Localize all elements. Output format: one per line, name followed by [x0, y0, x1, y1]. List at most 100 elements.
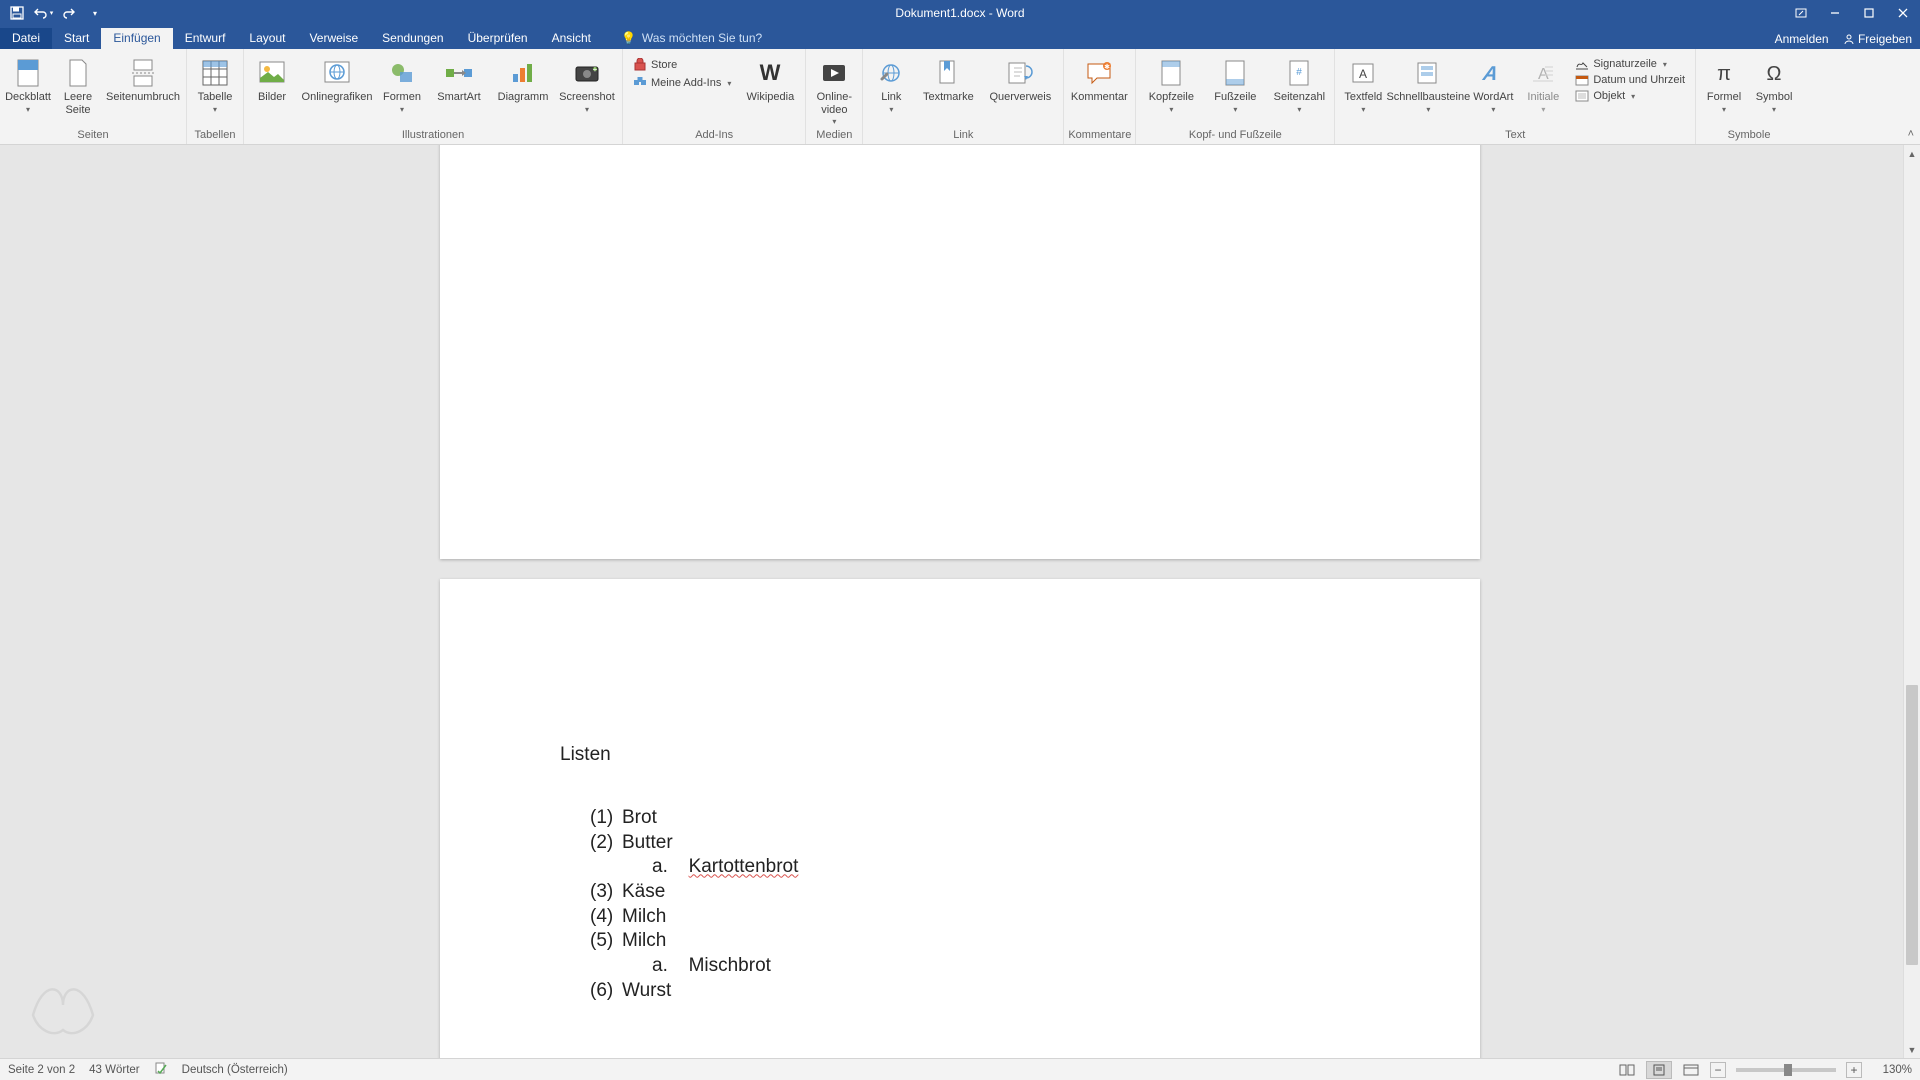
- signin-link[interactable]: Anmelden: [1775, 32, 1829, 46]
- view-read-mode[interactable]: [1614, 1061, 1640, 1079]
- tell-me-search[interactable]: 💡 Was möchten Sie tun?: [621, 31, 762, 49]
- tab-view[interactable]: Ansicht: [540, 28, 603, 49]
- heading-listen[interactable]: Listen: [560, 744, 1360, 766]
- page-1[interactable]: [440, 145, 1480, 559]
- numbered-list[interactable]: (1)Brot (2)Butter a. Kartottenbrot (3)Kä…: [560, 806, 1360, 1004]
- lightbulb-icon: 💡: [621, 31, 636, 45]
- scroll-up-icon[interactable]: ▲: [1904, 145, 1920, 162]
- collapse-ribbon-icon[interactable]: ˄: [1908, 128, 1914, 140]
- shapes-button[interactable]: Formen▾: [378, 55, 426, 114]
- scroll-thumb[interactable]: [1906, 685, 1918, 965]
- tab-file[interactable]: Datei: [0, 28, 52, 49]
- zoom-slider[interactable]: [1736, 1068, 1836, 1072]
- signature-line-button[interactable]: Signaturzeile▾: [1571, 57, 1689, 71]
- zoom-out-button[interactable]: −: [1710, 1062, 1726, 1078]
- equation-icon: π: [1708, 57, 1740, 89]
- header-button[interactable]: Kopfzeile▾: [1140, 55, 1202, 114]
- link-button[interactable]: Link▾: [867, 55, 915, 114]
- redo-button[interactable]: [58, 2, 80, 24]
- group-text: A Textfeld▾ Schnellbausteine▾ A WordArt▾…: [1335, 49, 1696, 144]
- quick-access-toolbar: ▾ ▾: [0, 2, 106, 24]
- symbol-button[interactable]: Ω Symbol▾: [1750, 55, 1798, 114]
- wordart-icon: A: [1477, 57, 1509, 89]
- view-web-layout[interactable]: [1678, 1061, 1704, 1079]
- document-viewport[interactable]: Listen (1)Brot (2)Butter a. Kartottenbro…: [0, 145, 1920, 1058]
- view-print-layout[interactable]: [1646, 1061, 1672, 1079]
- sub-list[interactable]: a. Kartottenbrot: [590, 855, 1360, 880]
- group-addins: Store Meine Add-Ins▾ W Wikipedia Add-Ins: [623, 49, 806, 144]
- footer-button[interactable]: Fußzeile▾: [1204, 55, 1266, 114]
- close-button[interactable]: [1886, 0, 1920, 26]
- list-item: (3)Käse: [590, 880, 1360, 905]
- pictures-button[interactable]: Bilder: [248, 55, 296, 104]
- page-break-button[interactable]: Seitenumbruch: [104, 55, 182, 104]
- page-2[interactable]: Listen (1)Brot (2)Butter a. Kartottenbro…: [440, 579, 1480, 1058]
- smartart-icon: [443, 57, 475, 89]
- equation-button[interactable]: π Formel▾: [1700, 55, 1748, 114]
- page-number-button[interactable]: # Seitenzahl▾: [1268, 55, 1330, 114]
- drop-cap-button[interactable]: A Initiale▾: [1519, 55, 1567, 114]
- ribbon-display-options-icon[interactable]: [1784, 0, 1818, 26]
- cross-reference-button[interactable]: Querverweis: [981, 55, 1059, 104]
- zoom-in-button[interactable]: +: [1846, 1062, 1862, 1078]
- link-icon: [875, 57, 907, 89]
- status-word-count[interactable]: 43 Wörter: [89, 1064, 140, 1076]
- online-video-icon: [818, 57, 850, 89]
- save-icon[interactable]: [6, 2, 28, 24]
- table-icon: [199, 57, 231, 89]
- smartart-button[interactable]: SmartArt: [428, 55, 490, 104]
- maximize-button[interactable]: [1852, 0, 1886, 26]
- vertical-scrollbar[interactable]: ▲ ▼: [1903, 145, 1920, 1058]
- qat-customize-icon[interactable]: ▾: [84, 2, 106, 24]
- minimize-button[interactable]: [1818, 0, 1852, 26]
- group-links: Link▾ Textmarke Querverweis Link: [863, 49, 1064, 144]
- zoom-slider-thumb[interactable]: [1784, 1064, 1792, 1076]
- chart-icon: [507, 57, 539, 89]
- chart-button[interactable]: Diagramm: [492, 55, 554, 104]
- tab-layout[interactable]: Layout: [237, 28, 297, 49]
- table-button[interactable]: Tabelle▾: [191, 55, 239, 114]
- tab-home[interactable]: Start: [52, 28, 101, 49]
- tab-mailings[interactable]: Sendungen: [370, 28, 455, 49]
- comment-button[interactable]: ✱ Kommentar: [1068, 55, 1130, 104]
- textbox-icon: A: [1347, 57, 1379, 89]
- status-page[interactable]: Seite 2 von 2: [8, 1064, 75, 1076]
- list-item: (2)Butter a. Kartottenbrot: [590, 831, 1360, 880]
- date-time-button[interactable]: Datum und Uhrzeit: [1571, 73, 1689, 87]
- tab-design[interactable]: Entwurf: [173, 28, 238, 49]
- group-label-text: Text: [1339, 128, 1691, 144]
- blank-page-button[interactable]: Leere Seite: [54, 55, 102, 116]
- object-button[interactable]: Objekt▾: [1571, 89, 1689, 103]
- store-button[interactable]: Store: [629, 57, 735, 73]
- document-content[interactable]: Listen (1)Brot (2)Butter a. Kartottenbro…: [440, 579, 1480, 1004]
- status-proofing-icon[interactable]: [154, 1061, 168, 1078]
- pictures-icon: [256, 57, 288, 89]
- screenshot-button[interactable]: + Screenshot▾: [556, 55, 618, 114]
- ribbon-tabs: Datei Start Einfügen Entwurf Layout Verw…: [0, 26, 1920, 49]
- tab-review[interactable]: Überprüfen: [456, 28, 540, 49]
- status-language[interactable]: Deutsch (Österreich): [182, 1064, 288, 1076]
- group-label-header-footer: Kopf- und Fußzeile: [1140, 128, 1330, 144]
- textbox-button[interactable]: A Textfeld▾: [1339, 55, 1387, 114]
- group-media: Online-video▾ Medien: [806, 49, 863, 144]
- online-pictures-button[interactable]: Onlinegrafiken: [298, 55, 376, 104]
- group-symbols: π Formel▾ Ω Symbol▾ Symbole: [1696, 49, 1802, 144]
- my-addins-button[interactable]: Meine Add-Ins▾: [629, 75, 735, 91]
- bookmark-button[interactable]: Textmarke: [917, 55, 979, 104]
- undo-button[interactable]: ▾: [32, 2, 54, 24]
- cover-page-button[interactable]: Deckblatt▾: [4, 55, 52, 114]
- tab-insert[interactable]: Einfügen: [101, 28, 172, 49]
- online-video-button[interactable]: Online-video▾: [810, 55, 858, 126]
- share-button[interactable]: Freigeben: [1843, 32, 1912, 46]
- group-label-pages: Seiten: [4, 128, 182, 144]
- zoom-level[interactable]: 130%: [1868, 1064, 1912, 1076]
- shapes-icon: [386, 57, 418, 89]
- spelling-error[interactable]: Kartottenbrot: [689, 856, 799, 877]
- tab-references[interactable]: Verweise: [297, 28, 370, 49]
- scroll-down-icon[interactable]: ▼: [1904, 1041, 1920, 1058]
- wordart-button[interactable]: A WordArt▾: [1469, 55, 1517, 114]
- quick-parts-button[interactable]: Schnellbausteine▾: [1389, 55, 1467, 114]
- sub-list[interactable]: a. Mischbrot: [590, 954, 1360, 979]
- wikipedia-button[interactable]: W Wikipedia: [739, 55, 801, 104]
- group-label-addins: Add-Ins: [627, 128, 801, 144]
